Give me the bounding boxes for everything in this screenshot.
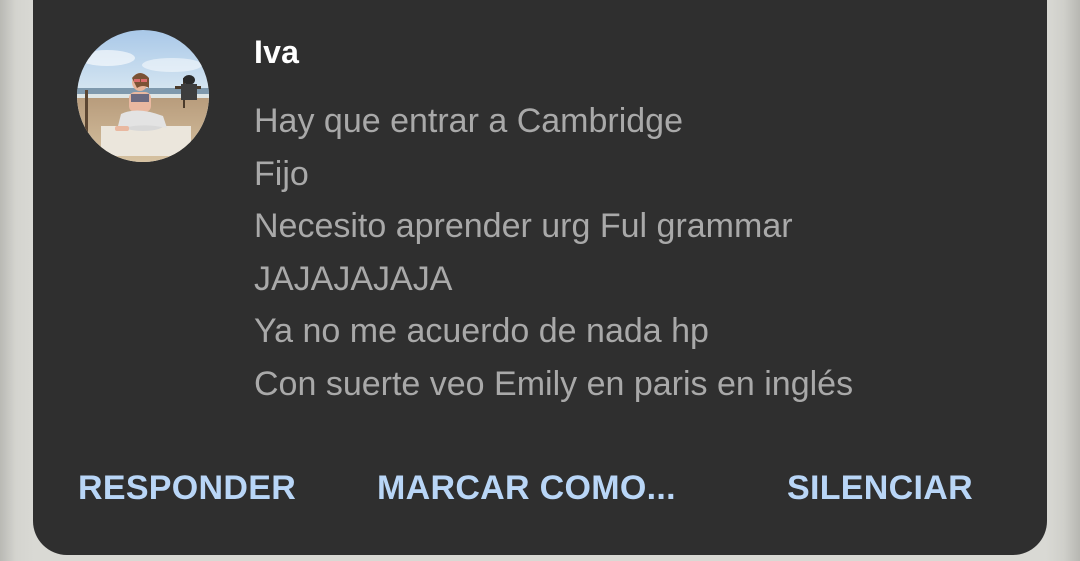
message-line: Ya no me acuerdo de nada hp bbox=[254, 312, 709, 351]
message-line: Necesito aprender urg Ful grammar bbox=[254, 207, 793, 246]
notification-screen: Iva Hay que entrar a Cambridge Fijo Nece… bbox=[0, 0, 1080, 561]
reply-button[interactable]: RESPONDER bbox=[78, 466, 296, 510]
message-line: Fijo bbox=[254, 154, 309, 193]
mute-button[interactable]: SILENCIAR bbox=[787, 466, 973, 510]
message-line: Hay que entrar a Cambridge bbox=[254, 102, 684, 140]
contact-avatar bbox=[77, 30, 209, 162]
message-line: JAJAJAJAJA bbox=[254, 259, 453, 298]
message-list: Hay que entrar a Cambridge Fijo Necesito… bbox=[254, 95, 853, 411]
sender-name: Iva bbox=[254, 34, 300, 70]
message-notification-card[interactable]: Iva Hay que entrar a Cambridge Fijo Nece… bbox=[33, 0, 1047, 555]
mark-as-button[interactable]: MARCAR COMO... bbox=[377, 466, 676, 510]
message-line: Con suerte veo Emily en paris en inglés bbox=[254, 364, 854, 403]
beach-photo-icon bbox=[77, 30, 209, 162]
